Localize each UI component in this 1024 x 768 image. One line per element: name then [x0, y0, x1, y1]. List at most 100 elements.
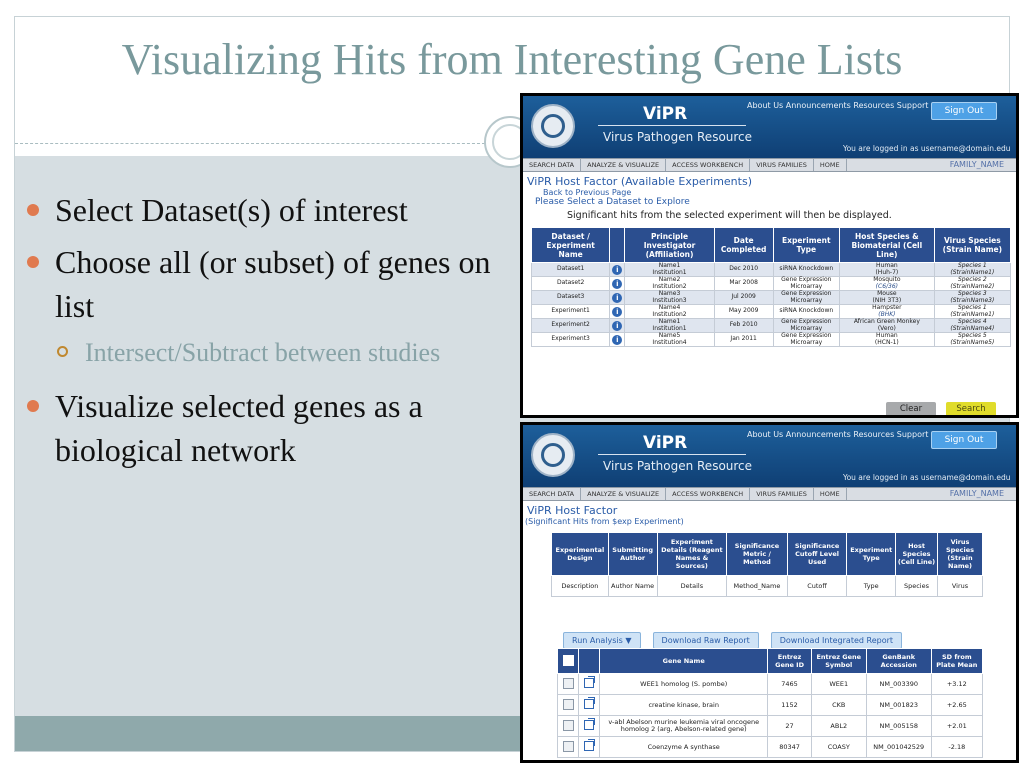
vipr-logo-icon — [531, 104, 575, 148]
bullet-list: Select Dataset(s) of interest Choose all… — [25, 188, 515, 480]
nav-analyze[interactable]: ANALYZE & VISUALIZE — [581, 488, 667, 500]
table-row[interactable]: Experiment3 i Name5 Institution4 Jan 2011 Gen… — [530, 332, 1012, 347]
vipr-header: ViPR Virus Pathogen Resource About Us An… — [523, 96, 1016, 158]
row-checkbox[interactable] — [562, 677, 574, 689]
title-divider — [15, 143, 485, 144]
page-title: ViPR Host Factor (Available Experiments) — [527, 175, 752, 188]
row-checkbox[interactable] — [562, 698, 574, 710]
table-row: creatine kinase, brain 1152 CKB NM_001823 +2… — [557, 694, 984, 716]
bullet-item: Select Dataset(s) of interest — [25, 188, 515, 232]
table-header-row: Dataset / Experiment Name Principle Inve… — [530, 227, 1012, 263]
app-name: ViPR — [643, 104, 688, 124]
row-checkbox[interactable] — [562, 719, 574, 731]
nav-home[interactable]: HOME — [814, 488, 847, 500]
vipr-screenshot-experiments: ViPR Virus Pathogen Resource About Us An… — [520, 93, 1019, 418]
action-buttons: Clear Search — [876, 396, 996, 415]
bullet-dot-icon — [27, 204, 39, 216]
nav-virus-families[interactable]: VIRUS FAMILIES — [750, 159, 814, 171]
nav-workbench[interactable]: ACCESS WORKBENCH — [666, 159, 751, 171]
main-nav: SEARCH DATA ANALYZE & VISUALIZE ACCESS WOR… — [523, 158, 1016, 172]
col-date[interactable]: Date Completed — [713, 227, 774, 263]
nav-virus-families[interactable]: VIRUS FAMILIES — [750, 488, 814, 500]
top-links: About Us Announcements Resources Support — [747, 430, 928, 439]
link-resources[interactable]: Resources — [853, 430, 894, 439]
col-virus-species[interactable]: Virus Species (Strain Name) — [933, 227, 1012, 263]
vipr-logo-icon — [531, 433, 575, 477]
external-link-icon[interactable] — [584, 718, 595, 730]
page-title: ViPR Host Factor — [527, 504, 618, 517]
family-name-link[interactable]: FAMILY_NAME — [944, 488, 1010, 500]
bullet-dot-icon — [27, 256, 39, 268]
select-all-checkbox[interactable] — [562, 654, 574, 666]
sign-out-button[interactable]: Sign Out — [931, 431, 997, 449]
table-row[interactable]: Dataset3 i Name3 Institution3 Jul 2009 Gene E… — [530, 290, 1012, 305]
logged-in-text: You are logged in as username@domain.edu — [843, 144, 1011, 153]
info-icon[interactable]: i — [612, 334, 623, 345]
info-icon[interactable]: i — [612, 278, 623, 289]
app-subtitle: Virus Pathogen Resource — [603, 130, 753, 144]
header-divider — [598, 454, 746, 455]
table-row: Description Author Name Details Method_N… — [551, 575, 984, 597]
table-header-row: Gene Name Entrez Gene ID Entrez Gene Sym… — [557, 648, 984, 674]
download-integrated-report-button[interactable]: Download Integrated Report — [770, 632, 903, 649]
nav-search-data[interactable]: SEARCH DATA — [523, 488, 582, 500]
vipr-header: ViPR Virus Pathogen Resource About Us An… — [523, 425, 1016, 487]
link-support[interactable]: Support — [897, 101, 929, 110]
instruction-note: Significant hits from the selected exper… — [567, 210, 892, 221]
page-subtitle: (Significant Hits from $exp Experiment) — [525, 517, 684, 526]
table-row[interactable]: Dataset1 i Name1 Institution1 Dec 2010 siRNA … — [530, 262, 1012, 277]
link-about-us[interactable]: About Us — [747, 101, 783, 110]
family-name-link[interactable]: FAMILY_NAME — [944, 159, 1010, 171]
report-actions: Run Analysis ▼ Download Raw Report Downloa… — [563, 628, 914, 649]
download-raw-report-button[interactable]: Download Raw Report — [652, 632, 759, 649]
external-link-icon[interactable] — [584, 676, 595, 688]
col-investigator[interactable]: Principle Investigator (Affiliation) — [624, 227, 715, 263]
info-icon[interactable]: i — [612, 264, 623, 275]
nav-search-data[interactable]: SEARCH DATA — [523, 159, 582, 171]
link-announcements[interactable]: Announcements — [786, 430, 851, 439]
bullet-item: Choose all (or subset) of genes on list — [25, 240, 515, 328]
search-button[interactable]: Search — [946, 402, 996, 415]
table-row: WEE1 homolog (S. pombe) 7465 WEE1 NM_003390… — [557, 673, 984, 695]
experiments-table: Dataset / Experiment Name Principle Inve… — [530, 227, 1012, 347]
select-prompt: Please Select a Dataset to Explore — [535, 197, 690, 207]
logged-in-text: You are logged in as username@domain.edu — [843, 473, 1011, 482]
header-divider — [598, 125, 746, 126]
external-link-icon[interactable] — [584, 739, 595, 751]
sign-out-button[interactable]: Sign Out — [931, 102, 997, 120]
info-icon[interactable]: i — [612, 306, 623, 317]
col-host-species[interactable]: Host Species & Biomaterial (Cell Line) — [839, 227, 935, 263]
app-name: ViPR — [643, 433, 688, 453]
col-dataset[interactable]: Dataset / Experiment Name — [530, 227, 611, 263]
link-announcements[interactable]: Announcements — [786, 101, 851, 110]
sub-bullet-item: Intersect/Subtract between studies — [25, 336, 515, 370]
caret-down-icon: ▼ — [625, 636, 632, 645]
vipr-screenshot-hits: ViPR Virus Pathogen Resource About Us An… — [520, 422, 1019, 763]
table-row: Coenzyme A synthase 80347 COASY NM_00104252… — [557, 736, 984, 758]
info-icon[interactable]: i — [612, 320, 623, 331]
external-link-icon[interactable] — [584, 697, 595, 709]
table-header-row: Experimental Design Submitting Author Ex… — [551, 532, 984, 576]
bullet-item: Visualize selected genes as a biological… — [25, 384, 515, 472]
bullet-dot-icon — [27, 400, 39, 412]
link-support[interactable]: Support — [897, 430, 929, 439]
top-links: About Us Announcements Resources Support — [747, 101, 928, 110]
back-link[interactable]: Back to Previous Page — [523, 188, 1016, 197]
slide-title: Visualizing Hits from Interesting Gene L… — [121, 35, 903, 84]
nav-home[interactable]: HOME — [814, 159, 847, 171]
gene-hits-table: Gene Name Entrez Gene ID Entrez Gene Sym… — [557, 648, 984, 758]
app-subtitle: Virus Pathogen Resource — [603, 459, 753, 473]
table-row[interactable]: Dataset2 i Name2 Institution2 Mar 2008 Gene E… — [530, 276, 1012, 291]
clear-button[interactable]: Clear — [886, 402, 936, 415]
row-checkbox[interactable] — [562, 740, 574, 752]
col-info — [609, 227, 626, 263]
link-resources[interactable]: Resources — [853, 101, 894, 110]
table-row[interactable]: Experiment1 i Name4 Institution2 May 2009 siR… — [530, 304, 1012, 319]
link-about-us[interactable]: About Us — [747, 430, 783, 439]
nav-analyze[interactable]: ANALYZE & VISUALIZE — [581, 159, 667, 171]
col-experiment-type[interactable]: Experiment Type — [772, 227, 841, 263]
run-analysis-dropdown[interactable]: Run Analysis ▼ — [563, 632, 641, 649]
nav-workbench[interactable]: ACCESS WORKBENCH — [666, 488, 751, 500]
info-icon[interactable]: i — [612, 292, 623, 303]
table-row[interactable]: Experiment2 i Name1 Institution1 Feb 2010 Gen… — [530, 318, 1012, 333]
